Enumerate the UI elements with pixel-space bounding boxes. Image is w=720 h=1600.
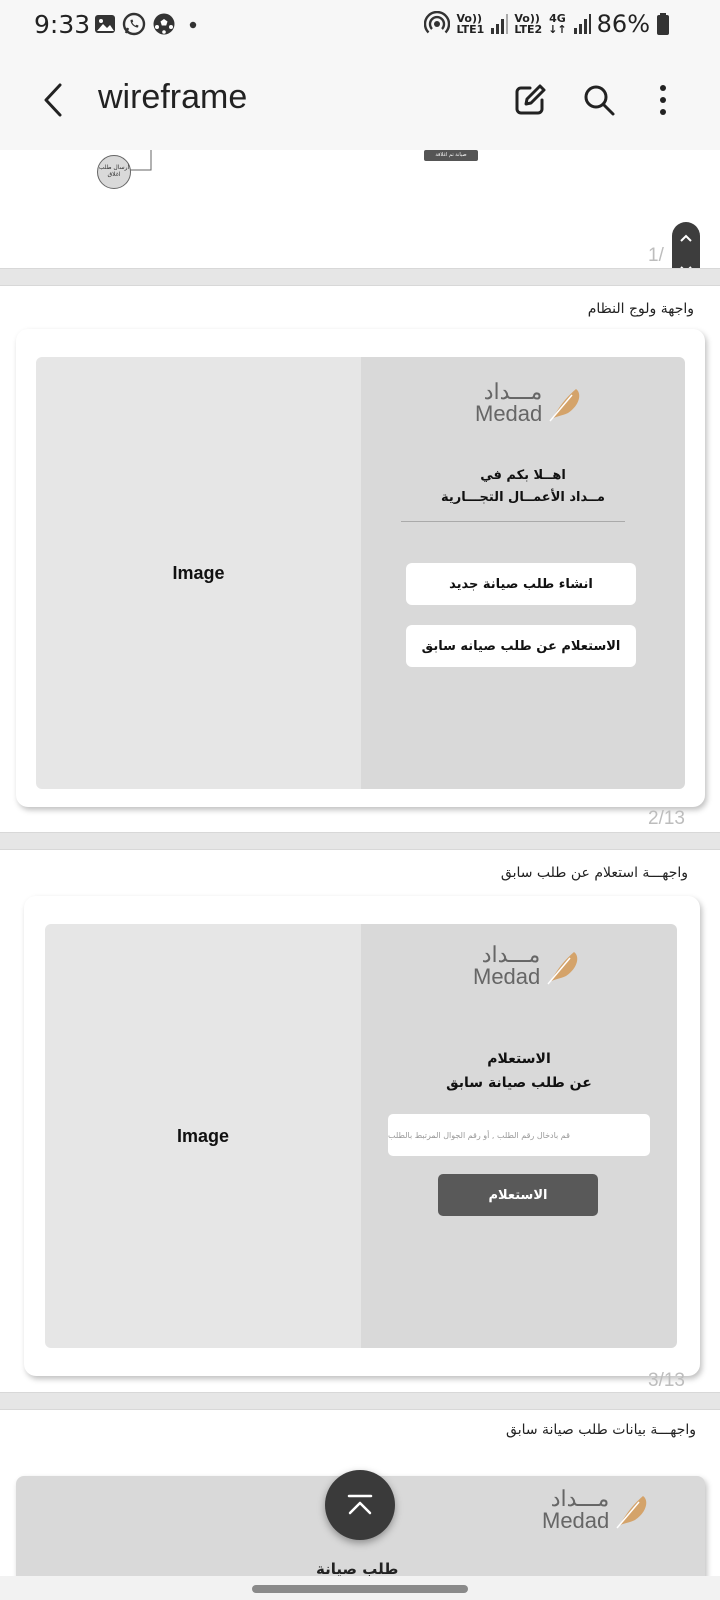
page-counter: 3/13 <box>648 1370 685 1391</box>
slide-card: Image مـــداد Medad الاستعلام عن طلب صيا… <box>24 896 700 1376</box>
medad-logo: مـــداد Medad <box>473 944 584 988</box>
battery-icon <box>657 13 669 35</box>
medad-logo: مـــداد Medad <box>475 381 586 425</box>
page-3[interactable]: واجهـــة استعلام عن طلب سابق Image مـــد… <box>0 850 720 1392</box>
logo-arabic: مـــداد <box>481 942 541 967</box>
inquiry-title-line-1: الاستعلام <box>487 1051 551 1067</box>
scroll-top-icon <box>347 1494 373 1515</box>
page-2[interactable]: واجهة ولوج النظام Image مـــداد Medad اه… <box>0 286 720 832</box>
battery-percent: 86% <box>596 10 650 38</box>
inquiry-submit-button[interactable]: الاستعلام <box>438 1174 598 1216</box>
image-placeholder: Image <box>45 924 361 1348</box>
more-icon <box>660 85 666 115</box>
dot-icon <box>189 21 197 29</box>
logo-arabic: مـــداد <box>483 379 543 404</box>
sim1-lte: LTE1 <box>456 23 485 36</box>
search-button[interactable] <box>577 78 621 122</box>
status-bar: 9:33 Vo)) LTE1 Vo)) LTE2 4G ↓↑ 86% <box>0 0 720 52</box>
edit-button[interactable] <box>508 78 552 122</box>
feather-icon <box>549 389 580 422</box>
notification-icons <box>94 12 200 36</box>
login-panel: مـــداد Medad اهــلا بكم في مــداد الأعم… <box>361 357 685 789</box>
hotspot-icon <box>424 11 451 34</box>
sim2-lte: LTE2 <box>514 23 543 36</box>
slide-card: Image مـــداد Medad اهــلا بكم في مــداد… <box>16 329 705 807</box>
network-label: 4G ↓↑ <box>548 13 566 35</box>
slide-heading: واجهـــة بيانات طلب صيانة سابق <box>506 1422 696 1438</box>
app-bar: wireframe <box>0 52 720 150</box>
image-label: Image <box>172 562 225 583</box>
page-counter: 1/ <box>648 245 664 266</box>
welcome-text: اهــلا بكم في مــداد الأعمــال التجـــار… <box>361 465 685 509</box>
image-placeholder: Image <box>36 357 361 789</box>
gallery-icon <box>95 15 115 33</box>
logo-english: Medad <box>473 964 541 989</box>
page-separator <box>0 832 720 850</box>
medad-logo: مـــداد Medad <box>542 1488 653 1532</box>
page-separator <box>0 1392 720 1410</box>
status-time: 9:33 <box>34 10 91 39</box>
page-separator <box>0 268 720 286</box>
inquiry-title-line-2: عن طلب صيانة سابق <box>446 1074 592 1091</box>
document-title: wireframe <box>98 78 248 116</box>
request-number-input[interactable]: قم بادخال رقم الطلب , أو رقم الجوال المر… <box>388 1114 650 1156</box>
image-label: Image <box>176 1125 230 1146</box>
page-counter: 2/13 <box>648 808 685 829</box>
sim1-label: Vo)) LTE1 <box>456 13 484 35</box>
flow-tag: صيانة تم اغلاقة <box>424 150 478 161</box>
scroll-to-top-button[interactable] <box>325 1470 395 1540</box>
home-gesture-handle[interactable] <box>252 1585 468 1593</box>
search-icon <box>584 85 615 116</box>
back-button[interactable] <box>32 78 76 122</box>
slide-heading: واجهة ولوج النظام <box>587 301 694 317</box>
edit-icon <box>515 84 546 115</box>
sim2-label: Vo)) LTE2 <box>514 13 542 35</box>
inquiry-title: الاستعلام عن طلب صيانة سابق <box>361 1048 677 1096</box>
whatsapp-icon <box>122 12 146 36</box>
chevron-up-icon[interactable] <box>679 233 693 243</box>
flow-node: ارسال طلب اغلاق <box>97 155 131 189</box>
slide-heading: واجهـــة استعلام عن طلب سابق <box>500 865 688 881</box>
logo-english: Medad <box>475 401 543 426</box>
divider <box>401 521 625 522</box>
feather-icon <box>547 952 578 985</box>
data-arrows-icon: ↓↑ <box>548 23 567 36</box>
new-request-button[interactable]: انشاء طلب صيانة جديد <box>406 563 636 605</box>
inquiry-button[interactable]: الاستعلام عن طلب صيانه سابق <box>406 625 636 667</box>
page-1[interactable]: ارسال طلب اغلاق صيانة تم اغلاقة 1/ <box>0 150 720 268</box>
system-icons: Vo)) LTE1 Vo)) LTE2 4G ↓↑ 86% <box>424 10 670 38</box>
logo-text: مـــداد Medad <box>473 944 540 988</box>
back-icon <box>44 83 62 117</box>
logo-text: مـــداد Medad <box>542 1488 609 1532</box>
welcome-line-2: مــداد الأعمــال التجـــارية <box>441 490 605 506</box>
signal-icon <box>491 14 509 34</box>
logo-arabic: مـــداد <box>550 1486 610 1511</box>
inquiry-panel: مـــداد Medad الاستعلام عن طلب صيانة ساب… <box>361 924 677 1348</box>
welcome-line-1: اهــلا بكم في <box>480 468 566 483</box>
feather-icon <box>616 1496 647 1529</box>
logo-english: Medad <box>542 1508 610 1533</box>
signal-icon <box>573 14 591 34</box>
more-options-button[interactable] <box>641 78 685 122</box>
logo-text: مـــداد Medad <box>475 381 542 425</box>
soccer-icon <box>153 13 175 35</box>
